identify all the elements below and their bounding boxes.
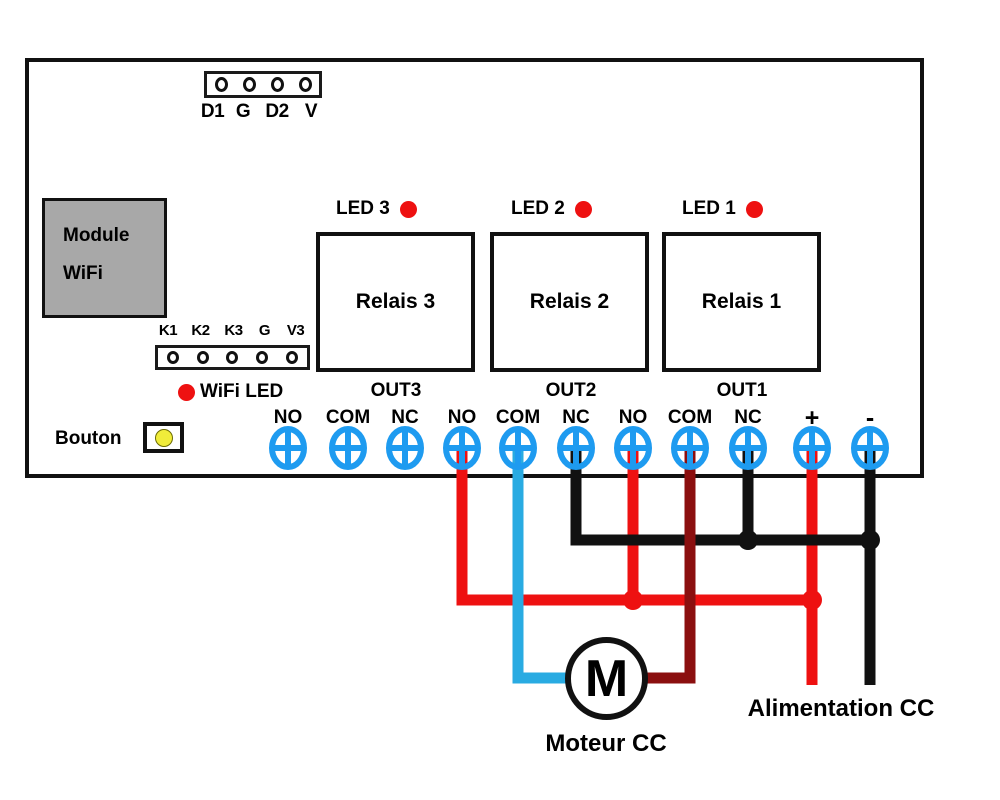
screw-terminal-1[interactable]: [268, 426, 308, 470]
junction-dot-black-right: [860, 530, 880, 550]
screw-terminal-8[interactable]: [670, 426, 710, 470]
dc-motor-symbol: M: [565, 637, 648, 720]
screw-terminal-2[interactable]: [328, 426, 368, 470]
junction-dot-black-left: [738, 530, 758, 550]
terminal-label-minus: -: [865, 404, 875, 432]
motor-caption: Moteur CC: [545, 730, 667, 757]
wire-lightblue-com-out3-to-motor: [512, 450, 573, 684]
motor-symbol-letter: M: [584, 649, 629, 708]
screw-terminal-plus[interactable]: [792, 426, 832, 470]
screw-terminal-5[interactable]: [498, 426, 538, 470]
power-supply-caption: Alimentation CC: [747, 695, 935, 722]
wire-darkred-com-out1-to-motor: [641, 450, 696, 684]
wiring-diagram-canvas: D1 G D2 V Module WiFi K1 K2 K3 G V3 WiFi…: [0, 0, 1000, 800]
junction-dot-red-left: [623, 590, 643, 610]
screw-terminal-7[interactable]: [613, 426, 653, 470]
screw-terminal-6[interactable]: [556, 426, 596, 470]
junction-dot-red-right: [802, 590, 822, 610]
terminal-label-plus: +: [804, 404, 820, 432]
screw-terminal-minus[interactable]: [850, 426, 890, 470]
wiring-layer: [456, 450, 880, 685]
screw-terminal-3[interactable]: [385, 426, 425, 470]
screw-terminal-9[interactable]: [728, 426, 768, 470]
screw-terminal-4[interactable]: [442, 426, 482, 470]
